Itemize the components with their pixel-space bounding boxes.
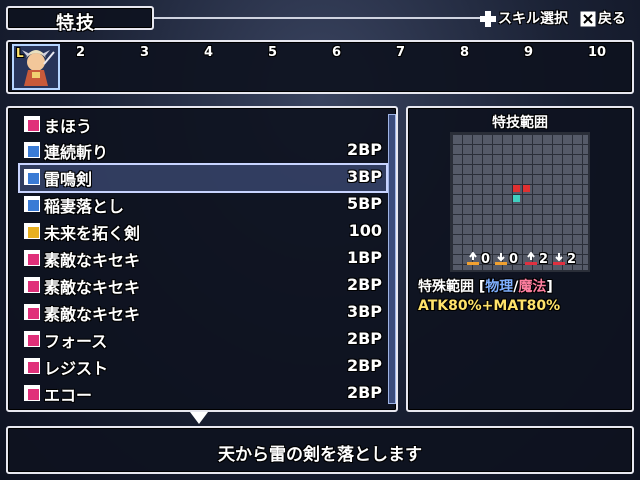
description-box: 天から雷の剣を落とします	[6, 426, 634, 474]
physical-label: 物理	[485, 279, 514, 295]
skill-row[interactable]: フォース 2BP	[20, 327, 386, 353]
skill-row[interactable]: 未来を拓く剣 100	[20, 219, 386, 245]
skill-name: フォース	[44, 332, 108, 351]
skill-cost: 1BP	[346, 248, 382, 267]
skill-row-selected[interactable]: 雷鳴剣 3BP	[18, 163, 388, 193]
sword-skill-icon	[24, 169, 40, 185]
damage-formula: ATK80%+MAT80%	[418, 298, 561, 314]
water-resist-value: 0	[509, 252, 519, 267]
target-cell	[523, 185, 530, 192]
range-title: 特技範囲	[492, 115, 548, 131]
skill-name: 未来を拓く剣	[44, 224, 141, 243]
party-slot-2[interactable]: 2	[76, 45, 85, 60]
skill-name: 素敵なキセキ	[44, 278, 141, 297]
party-slot-4[interactable]: 4	[204, 45, 213, 60]
skill-name: 稲妻落とし	[44, 197, 125, 216]
water-element-icon	[494, 251, 508, 265]
skill-row[interactable]: 素敵なキセキ 1BP	[20, 246, 386, 272]
range-type-label: 特殊範囲	[418, 279, 474, 295]
earth-resist-value: 2	[567, 252, 577, 267]
range-type: 特殊範囲 [物理/魔法]	[418, 276, 553, 296]
title-divider	[154, 17, 480, 19]
skill-cost: 2BP	[346, 356, 382, 375]
skill-list: まほう 連続斬り 2BP 雷鳴剣 3BP 稲妻落とし 5BP 未来を拓く剣 10…	[6, 106, 398, 412]
skill-range-panel: 特技範囲 0 0 2 2 特殊範囲 [物理/魔法] ATK80%+MAT80%	[406, 106, 634, 412]
sword-skill-icon	[24, 196, 40, 212]
skill-row[interactable]: エコー 2BP	[20, 381, 386, 407]
skill-list-scrollbar[interactable]	[388, 114, 396, 404]
party-slot-5[interactable]: 5	[268, 45, 277, 60]
party-slot-1[interactable]: L	[12, 44, 60, 90]
wind-element-icon	[524, 251, 538, 265]
ultimate-skill-icon	[24, 223, 40, 239]
menu-title: 特技	[56, 13, 96, 34]
skill-cost: 5BP	[346, 194, 382, 213]
skill-select-hint: スキル選択	[498, 11, 568, 27]
bracket-close: ]	[546, 279, 553, 295]
party-slot-8[interactable]: 8	[460, 45, 469, 60]
skill-name: まほう	[44, 117, 93, 136]
skill-cost: 100	[348, 221, 382, 240]
skill-name: エコー	[44, 386, 93, 405]
fire-resist-value: 0	[481, 252, 491, 267]
skill-row[interactable]: 素敵なキセキ 3BP	[20, 300, 386, 326]
skill-row[interactable]: 連続斬り 2BP	[20, 138, 386, 164]
music-note-icon	[24, 304, 40, 320]
cancel-key-icon	[580, 11, 596, 27]
vocal-skill-icon	[24, 385, 40, 401]
skill-cost: 3BP	[346, 167, 382, 186]
skill-cost: 3BP	[346, 302, 382, 321]
party-slot-3[interactable]: 3	[140, 45, 149, 60]
skill-cost: 2BP	[346, 275, 382, 294]
skill-name: レジスト	[44, 359, 109, 378]
party-slot-10[interactable]: 10	[588, 45, 606, 60]
fire-element-icon	[466, 251, 480, 265]
party-bar: L 2 3 4 5 6 7 8 9 10	[6, 40, 634, 94]
character-portrait	[22, 50, 55, 86]
skill-row[interactable]: 稲妻落とし 5BP	[20, 192, 386, 218]
earth-element-icon	[552, 251, 566, 265]
dpad-icon	[480, 11, 496, 27]
skill-name: 素敵なキセキ	[44, 305, 141, 324]
target-cell	[513, 185, 520, 192]
wind-resist-value: 2	[539, 252, 549, 267]
party-slot-6[interactable]: 6	[332, 45, 341, 60]
skill-description: 天から雷の剣を落とします	[218, 445, 422, 465]
skill-name: 連続斬り	[44, 143, 109, 162]
music-note-icon	[24, 277, 40, 293]
skill-row[interactable]: レジスト 2BP	[20, 354, 386, 380]
skill-cost: 2BP	[346, 329, 382, 348]
skill-name: 素敵なキセキ	[44, 251, 141, 270]
skill-name: 雷鳴剣	[44, 170, 93, 189]
sword-skill-icon	[24, 142, 40, 158]
music-note-icon	[24, 250, 40, 266]
skill-row[interactable]: 素敵なキセキ 2BP	[20, 273, 386, 299]
menu-title-box: 特技	[6, 6, 154, 34]
vocal-skill-icon	[24, 331, 40, 347]
skill-row[interactable]: まほう	[20, 112, 386, 138]
description-pointer	[190, 412, 208, 424]
skill-cost: 2BP	[346, 383, 382, 402]
skill-cost: 2BP	[346, 140, 382, 159]
magic-category-icon	[24, 116, 40, 132]
magic-label: 魔法	[518, 279, 547, 295]
party-slot-7[interactable]: 7	[396, 45, 405, 60]
vocal-skill-icon	[24, 358, 40, 374]
back-hint[interactable]: 戻る	[598, 8, 626, 30]
party-slot-9[interactable]: 9	[524, 45, 533, 60]
user-cell	[513, 195, 520, 202]
